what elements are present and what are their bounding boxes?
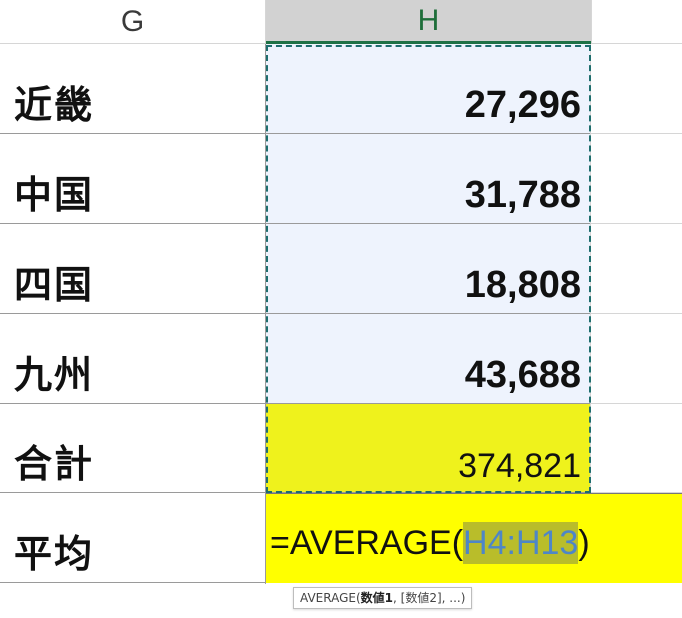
formula-range-reference[interactable]: H4:H13: [463, 522, 579, 564]
cell-g-average[interactable]: 平均: [0, 493, 266, 583]
formula-prefix: =AVERAGE(: [270, 524, 464, 562]
region-value: 18,808: [464, 264, 581, 306]
grid-line: [590, 44, 591, 494]
spreadsheet-grid: G H 近畿 27,296 中国 31,788 四国 18,808 九州 43,…: [0, 0, 682, 618]
cell-h-average-editing[interactable]: =AVERAGE(H4:H13): [266, 493, 682, 583]
cell-i[interactable]: [591, 134, 682, 224]
function-argument-tooltip[interactable]: AVERAGE(数値1, [数値2], ...): [293, 587, 473, 609]
cell-h-chugoku[interactable]: 31,788: [266, 134, 591, 224]
total-label: 合計: [14, 442, 95, 486]
cell-g-kinki[interactable]: 近畿: [0, 44, 266, 134]
total-value: 374,821: [458, 447, 581, 485]
cell-g-chugoku[interactable]: 中国: [0, 134, 266, 224]
cell-h-shikoku[interactable]: 18,808: [266, 224, 591, 314]
tooltip-rest: , [数値2], ...): [393, 591, 466, 605]
cell-g-kyushu[interactable]: 九州: [0, 314, 266, 404]
cell-h-total[interactable]: 374,821: [266, 404, 591, 493]
cell-i[interactable]: [591, 224, 682, 314]
cell-i[interactable]: [591, 44, 682, 134]
cell-i[interactable]: [591, 404, 682, 493]
column-header-g[interactable]: G: [0, 0, 266, 44]
tooltip-arg1: 数値1: [360, 591, 394, 605]
tooltip-function[interactable]: AVERAGE(: [300, 591, 361, 605]
region-value: 43,688: [464, 354, 581, 396]
cell-g-shikoku[interactable]: 四国: [0, 224, 266, 314]
region-label: 九州: [14, 353, 95, 397]
cell-g-total[interactable]: 合計: [0, 404, 266, 493]
formula-suffix: ): [578, 524, 590, 562]
cell-i[interactable]: [591, 314, 682, 404]
region-label: 中国: [14, 173, 95, 217]
column-header-h[interactable]: H: [266, 0, 591, 44]
region-label: 四国: [14, 263, 95, 307]
average-label: 平均: [14, 532, 95, 576]
region-value: 31,788: [464, 174, 581, 216]
formula-input[interactable]: =AVERAGE(H4:H13): [270, 522, 590, 564]
cell-h-kinki[interactable]: 27,296: [266, 44, 591, 134]
column-header-i[interactable]: [591, 0, 682, 44]
region-value: 27,296: [464, 84, 581, 126]
cell-h-kyushu[interactable]: 43,688: [266, 314, 591, 404]
region-label: 近畿: [14, 83, 95, 127]
